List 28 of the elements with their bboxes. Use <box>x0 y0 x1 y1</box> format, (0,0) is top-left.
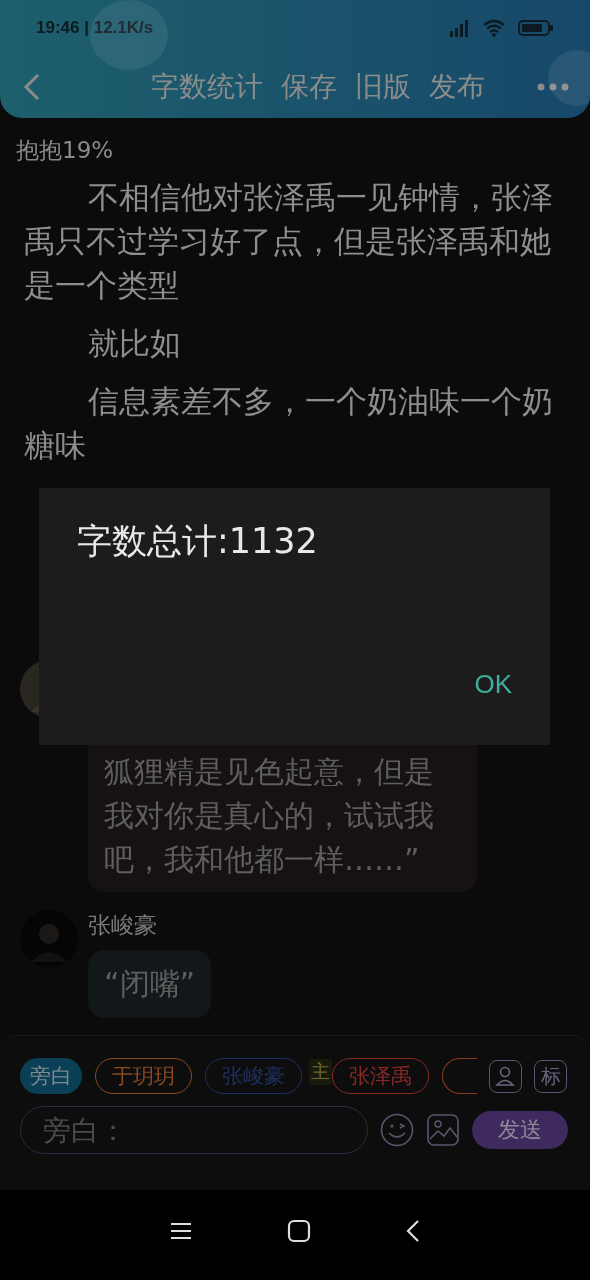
image-icon[interactable] <box>426 1113 460 1147</box>
light-circle <box>548 50 590 106</box>
story-paragraph: 就比如 <box>87 325 183 363</box>
header-action[interactable]: 发布 <box>429 67 485 106</box>
more-icon[interactable] <box>536 81 570 92</box>
avatar <box>20 910 78 968</box>
speaker-name: 张峻豪 <box>88 911 158 940</box>
main-badge: 主 <box>309 1059 332 1085</box>
dialog-title: 字数总计:1132 <box>77 520 319 563</box>
menu-icon[interactable] <box>169 1221 193 1241</box>
message-bubble: “闭嘴” <box>88 950 212 1018</box>
send-button[interactable]: 发送 <box>472 1111 568 1149</box>
header-action[interactable]: 旧版 <box>355 67 411 106</box>
role-chip[interactable]: 旁白 <box>20 1058 82 1094</box>
story-paragraph: 不相信他对张泽禹一见钟情，张泽禹只不过学习好了点，但是张泽禹和她是一个类型 <box>24 179 555 305</box>
emoji-icon[interactable] <box>380 1113 414 1147</box>
header-action[interactable]: 字数统计 <box>151 67 263 106</box>
person-button[interactable] <box>489 1059 522 1093</box>
story-paragraph: 信息素差不多，一个奶油味一个奶糖味 <box>24 383 555 465</box>
wifi-icon <box>482 18 506 37</box>
person-icon <box>493 1064 518 1088</box>
back-icon[interactable] <box>405 1219 421 1243</box>
header-action[interactable]: 保存 <box>281 67 337 106</box>
battery-icon <box>518 18 554 37</box>
home-icon[interactable] <box>287 1219 311 1243</box>
tag-button[interactable]: 标 <box>534 1059 567 1093</box>
message-input[interactable]: 旁白： <box>20 1106 368 1154</box>
status-time: 19:46 | 12.1K/s <box>36 17 154 38</box>
